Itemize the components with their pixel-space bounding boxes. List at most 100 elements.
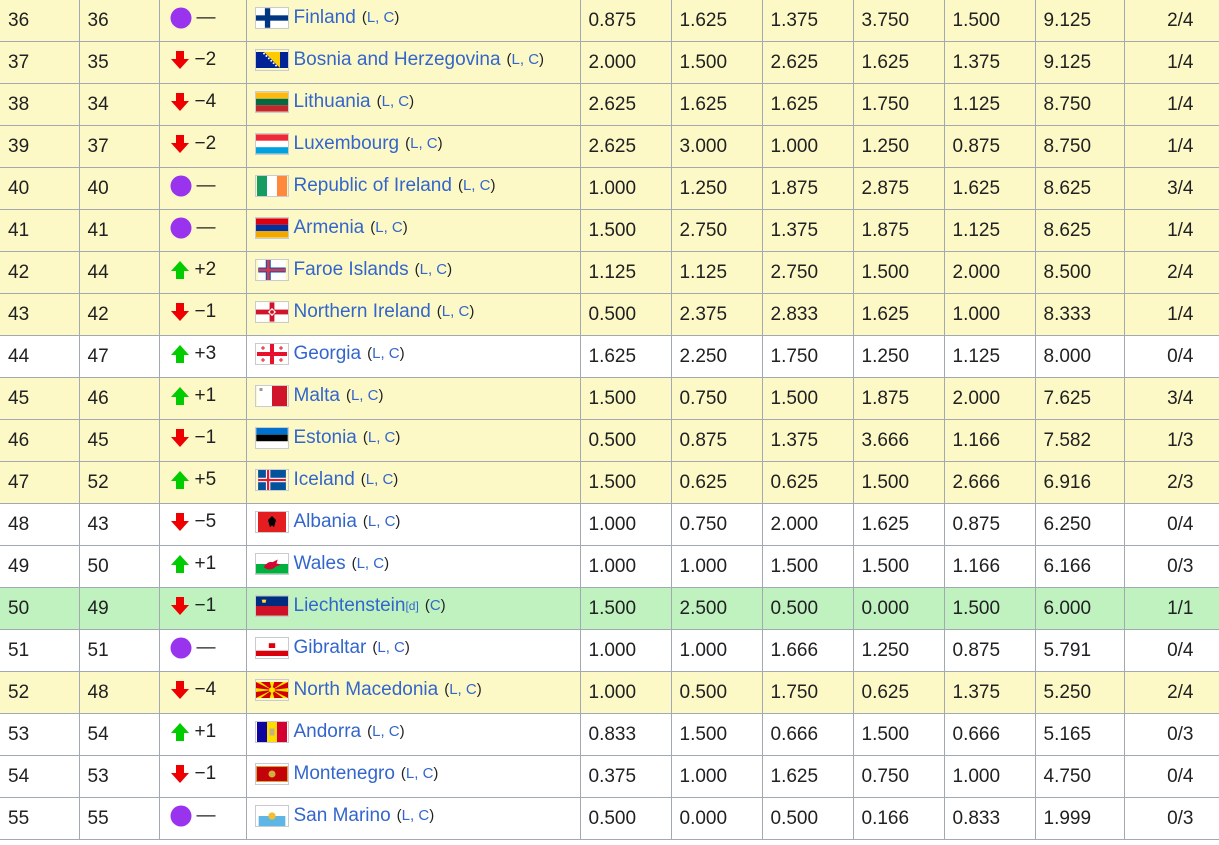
association-cell: Northern Ireland (L, C) xyxy=(245,293,581,336)
association-cell: North Macedonia (L, C) xyxy=(245,671,581,714)
association-link[interactable]: Faroe Islands xyxy=(294,259,409,281)
note-link[interactable]: L, C xyxy=(382,93,410,110)
league-cup-note: (L, C) xyxy=(362,429,401,446)
season-2-coefficient: 1.500 xyxy=(670,713,763,756)
association-link[interactable]: Estonia xyxy=(294,427,357,449)
association-link[interactable]: Albania xyxy=(294,511,357,533)
movement-cell: −2 xyxy=(158,125,247,168)
total-coefficient: 8.750 xyxy=(1034,125,1125,168)
season-2-coefficient: 1.000 xyxy=(670,545,763,588)
association-link[interactable]: Iceland xyxy=(294,469,355,491)
previous-rank-cell: 50 xyxy=(78,545,160,588)
note-link[interactable]: L, C xyxy=(372,723,400,740)
season-2-coefficient: 0.000 xyxy=(670,797,763,840)
season-5-coefficient: 1.125 xyxy=(943,335,1036,378)
note-link[interactable]: L, C xyxy=(366,471,394,488)
season-3-coefficient: 1.500 xyxy=(761,377,854,420)
total-coefficient: 7.582 xyxy=(1034,419,1125,462)
association-link[interactable]: Liechtenstein xyxy=(294,595,406,617)
association-link[interactable]: San Marino xyxy=(294,805,391,827)
season-3-coefficient: 0.500 xyxy=(761,587,854,630)
gibraltar-flag-icon xyxy=(254,636,289,659)
arrow-down-icon xyxy=(170,50,190,70)
note-link[interactable]: L, C xyxy=(351,387,379,404)
association-link[interactable]: Gibraltar xyxy=(294,637,367,659)
association-link[interactable]: Republic of Ireland xyxy=(294,175,452,197)
league-cup-note: (L, C) xyxy=(436,303,475,320)
note-link[interactable]: L, C xyxy=(463,177,491,194)
rank-cell: 45 xyxy=(0,377,80,420)
rank-cell: 39 xyxy=(0,125,80,168)
teams-remaining: 3/4 xyxy=(1123,167,1219,210)
season-4-coefficient: 1.625 xyxy=(852,41,945,84)
note-link[interactable]: C xyxy=(430,597,441,614)
note-link[interactable]: L, C xyxy=(367,9,395,26)
season-3-coefficient: 2.750 xyxy=(761,251,854,294)
previous-rank-cell: 48 xyxy=(78,671,160,714)
note-link[interactable]: L, C xyxy=(410,135,438,152)
previous-rank-cell: 34 xyxy=(78,83,160,126)
teams-remaining: 2/4 xyxy=(1123,671,1219,714)
season-1-coefficient: 2.625 xyxy=(579,83,672,126)
note-link[interactable]: L, C xyxy=(449,681,477,698)
association-cell: Armenia (L, C) xyxy=(245,209,581,252)
note-link[interactable]: L, C xyxy=(375,219,403,236)
arrow-down-icon xyxy=(170,92,190,112)
season-2-coefficient: 1.500 xyxy=(670,41,763,84)
movement-text: — xyxy=(196,636,216,658)
movement-cell: −1 xyxy=(158,419,247,462)
rank-cell: 42 xyxy=(0,251,80,294)
note-link[interactable]: L, C xyxy=(368,513,396,530)
note-link[interactable]: L, C xyxy=(357,555,385,572)
table-row: 40 40 — Republic of Ireland (L, C) 1.000 … xyxy=(0,167,1219,210)
rank-cell: 37 xyxy=(0,41,80,84)
season-2-coefficient: 0.750 xyxy=(670,503,763,546)
season-3-coefficient: 1.500 xyxy=(761,545,854,588)
note-link[interactable]: L, C xyxy=(372,345,400,362)
note-link[interactable]: L, C xyxy=(420,261,448,278)
note-link[interactable]: L, C xyxy=(512,51,540,68)
note-link[interactable]: L, C xyxy=(377,639,405,656)
table-row: 55 55 — San Marino (L, C) 0.500 0.000 0.5… xyxy=(0,797,1219,840)
liechtenstein-flag-icon xyxy=(254,594,289,617)
association-link[interactable]: North Macedonia xyxy=(294,679,439,701)
total-coefficient: 5.165 xyxy=(1034,713,1125,756)
association-link[interactable]: Northern Ireland xyxy=(294,301,431,323)
association-link[interactable]: Luxembourg xyxy=(294,133,400,155)
association-link[interactable]: Bosnia and Herzegovina xyxy=(294,49,501,71)
league-cup-note: (L, C) xyxy=(506,51,545,68)
association-link[interactable]: Malta xyxy=(294,385,340,407)
association-link[interactable]: Andorra xyxy=(294,721,362,743)
rank-cell: 40 xyxy=(0,167,80,210)
association-link[interactable]: Finland xyxy=(294,7,356,29)
no-change-circle-icon xyxy=(170,637,192,659)
association-link[interactable]: Lithuania xyxy=(294,91,371,113)
teams-remaining: 1/4 xyxy=(1123,83,1219,126)
finland-flag-icon xyxy=(254,6,289,29)
association-link[interactable]: Montenegro xyxy=(294,763,395,785)
league-cup-note: (L, C) xyxy=(345,387,384,404)
no-change-circle-icon xyxy=(170,805,192,827)
teams-remaining: 1/4 xyxy=(1123,41,1219,84)
note-link[interactable]: L, C xyxy=(406,765,434,782)
table-row: 54 53 −1 Montenegro (L, C) 0.375 1.000 1.… xyxy=(0,755,1219,798)
note-link[interactable]: L, C xyxy=(368,429,396,446)
association-link[interactable]: Wales xyxy=(294,553,346,575)
total-coefficient: 8.625 xyxy=(1034,209,1125,252)
association-link[interactable]: Armenia xyxy=(294,217,365,239)
total-coefficient: 5.791 xyxy=(1034,629,1125,672)
movement-cell: — xyxy=(158,629,247,672)
season-1-coefficient: 1.500 xyxy=(579,377,672,420)
table-row: 43 42 −1 Northern Ireland (L, C) 0.500 2.… xyxy=(0,293,1219,336)
previous-rank-cell: 40 xyxy=(78,167,160,210)
note-link[interactable]: L, C xyxy=(402,807,430,824)
association-link[interactable]: Georgia xyxy=(294,343,362,365)
movement-cell: +5 xyxy=(158,461,247,504)
league-cup-note: (L, C) xyxy=(361,9,400,26)
season-1-coefficient: 2.000 xyxy=(579,41,672,84)
arrow-up-icon xyxy=(170,344,190,364)
note-link[interactable]: L, C xyxy=(442,303,470,320)
bosnia-and-herzegovina-flag-icon xyxy=(254,48,289,71)
total-coefficient: 8.500 xyxy=(1034,251,1125,294)
andorra-flag-icon xyxy=(254,720,289,743)
